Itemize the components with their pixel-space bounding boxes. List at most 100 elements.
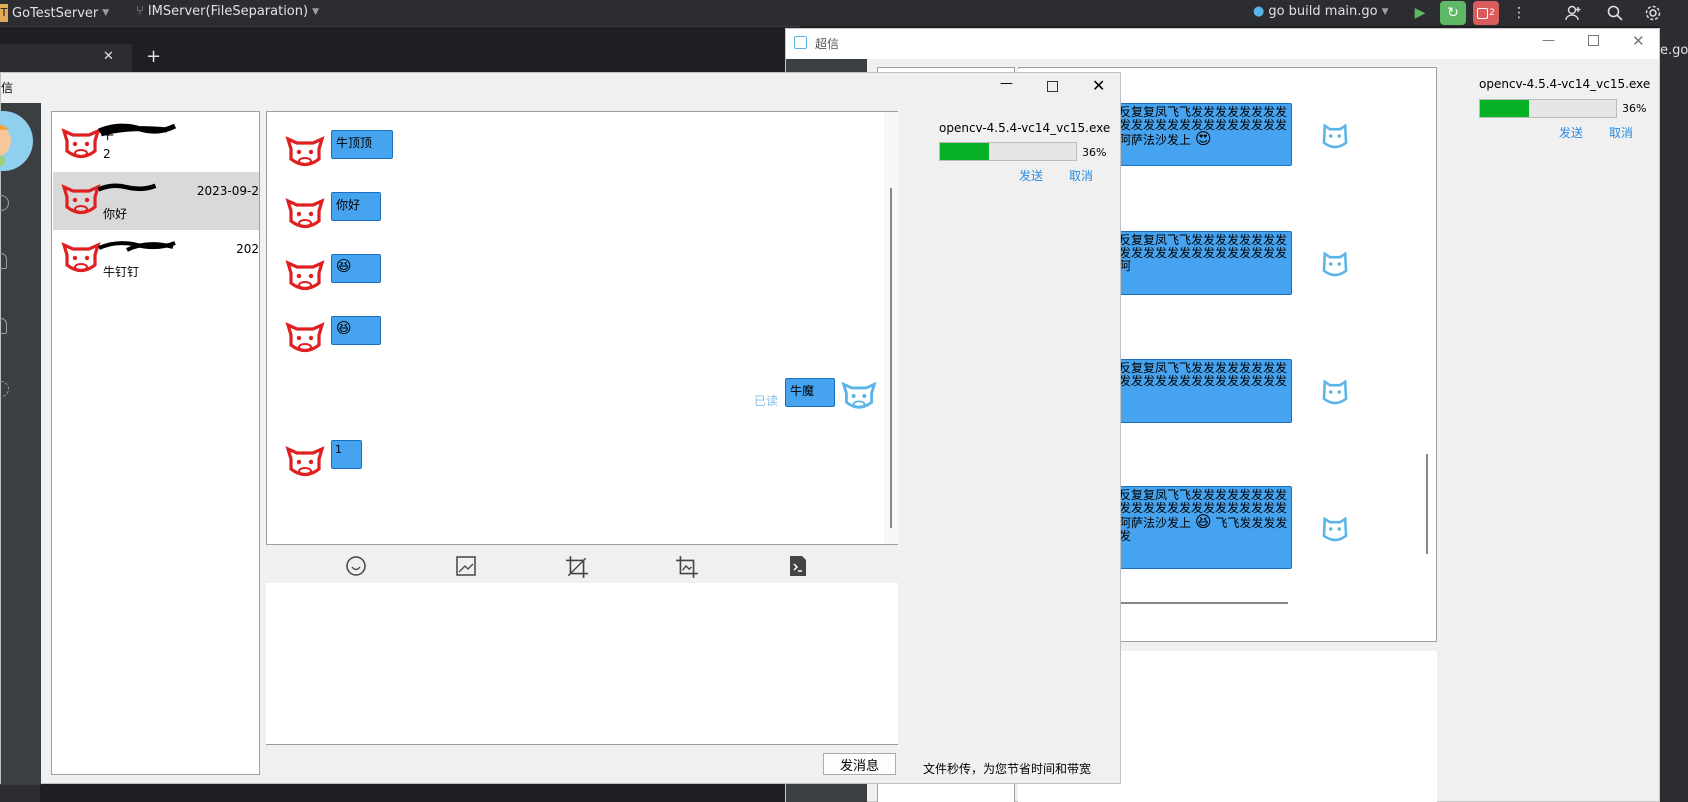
settings-icon[interactable] <box>0 381 9 397</box>
back-titlebar: 超信 — ✕ <box>786 29 1659 59</box>
cow-avatar-icon <box>61 242 101 273</box>
picture-icon[interactable] <box>675 555 699 579</box>
grin-emoji-icon: 😍 <box>1194 129 1212 148</box>
upload-progress-bar <box>939 142 1077 161</box>
front-chat-window: 信 — ✕ 牛 2 2023-09-2 你好 202 牛钉钉 牛顶顶 你好 😆 … <box>0 72 1121 785</box>
send-file-link[interactable]: 发送 <box>1559 124 1583 141</box>
contact-last-message: 你好 <box>103 207 128 221</box>
compass-icon[interactable] <box>0 195 9 211</box>
footer-note: 文件秒传，为您节省时间和带宽 <box>923 762 1092 776</box>
minimize-icon[interactable]: — <box>1542 33 1555 48</box>
minimize-icon[interactable]: — <box>1000 76 1013 91</box>
redaction-scribble <box>97 183 157 192</box>
cow-avatar-icon <box>285 322 325 353</box>
app-icon <box>794 36 807 49</box>
progress-fill <box>1480 100 1529 117</box>
project-name: GoTestServer <box>12 5 99 21</box>
message-bubble: 1 <box>331 440 362 469</box>
contact-item[interactable]: 202 牛钉钉 <box>53 230 259 288</box>
upload-progress-bar <box>1479 99 1617 118</box>
message-list: 牛顶顶 你好 😆 😆 已读 牛魔 1 <box>266 111 898 545</box>
editor-tab-fragment: e.go <box>1660 43 1688 58</box>
close-icon[interactable]: ✕ <box>1092 76 1105 95</box>
smiley-icon[interactable] <box>345 555 367 577</box>
file-name: opencv-4.5.4-vc14_vc15.exe <box>939 121 1111 135</box>
contacts-icon[interactable] <box>0 253 7 269</box>
close-icon[interactable]: ✕ <box>103 49 114 64</box>
scrollbar-thumb[interactable] <box>890 188 892 528</box>
branch-name: IMServer(FileSeparation) <box>147 4 309 19</box>
ide-right-panel: e.go <box>1660 26 1688 802</box>
cow-avatar-icon <box>285 446 325 477</box>
avatar-icon <box>1322 251 1348 277</box>
ide-editor-tab[interactable]: ✕ <box>0 44 132 72</box>
avatar-icon <box>1322 516 1348 542</box>
contact-item[interactable]: 牛 2 <box>53 114 259 172</box>
cow-avatar-icon <box>285 198 325 229</box>
contact-time: 202 <box>236 242 259 256</box>
contact-item-selected[interactable]: 2023-09-2 你好 <box>53 172 259 230</box>
stop-icon[interactable]: 2 <box>1473 1 1499 25</box>
send-file-link[interactable]: 发送 <box>1019 167 1043 184</box>
chevron-down-icon: ▼ <box>312 6 319 17</box>
cow-avatar-icon <box>61 184 101 215</box>
debug-icon[interactable]: ↻ <box>1440 1 1466 25</box>
contact-time: 2023-09-2 <box>196 184 259 198</box>
git-branch-icon: ⑂ <box>136 4 144 19</box>
gear-icon[interactable] <box>1640 1 1666 25</box>
image-icon[interactable] <box>455 555 477 577</box>
avatar-icon <box>1322 123 1348 149</box>
emoji-message-bubble: 😆 <box>331 254 381 283</box>
project-selector[interactable]: T GoTestServer ▼ <box>0 4 109 22</box>
stop-count: 2 <box>1489 8 1495 18</box>
more-icon[interactable]: ⋮ <box>1506 1 1532 25</box>
avatar-icon <box>1322 379 1348 405</box>
message-bubble: 你好 <box>331 192 381 221</box>
add-user-icon[interactable] <box>1560 1 1586 25</box>
contact-last-message: 2 <box>103 147 111 161</box>
cow-avatar-icon <box>285 260 325 291</box>
maximize-icon[interactable] <box>1588 35 1599 46</box>
progress-percent: 36% <box>1082 146 1107 159</box>
add-tab-button[interactable]: + <box>146 46 161 67</box>
vertical-scrollbar[interactable] <box>1426 454 1428 554</box>
emoji-message-bubble: 😆 <box>331 316 381 345</box>
front-window-title: 信 <box>1 81 14 95</box>
crop-icon[interactable] <box>565 555 589 579</box>
contact-last-message: 牛钉钉 <box>103 265 140 279</box>
user-avatar[interactable] <box>0 111 33 171</box>
go-icon: ● <box>1253 4 1265 19</box>
group-icon[interactable] <box>0 318 7 334</box>
back-window-title: 超信 <box>815 37 840 51</box>
redaction-scribble <box>97 123 177 137</box>
close-icon[interactable]: ✕ <box>1632 32 1645 50</box>
chevron-down-icon: ▼ <box>102 8 110 18</box>
run-config-selector[interactable]: ● go build main.go ▼ <box>1253 4 1389 19</box>
cow-avatar-icon <box>285 136 325 167</box>
front-titlebar: 信 — ✕ <box>1 73 1120 103</box>
send-message-button[interactable]: 发消息 <box>823 753 896 775</box>
message-toolbar <box>266 551 898 581</box>
branch-selector[interactable]: ⑂ IMServer(FileSeparation) ▼ <box>136 4 319 19</box>
terminal-icon[interactable] <box>787 555 809 577</box>
cancel-file-link[interactable]: 取消 <box>1069 167 1093 184</box>
redaction-scribble <box>98 241 176 252</box>
message-bubble-sent: 牛魔 <box>785 378 835 407</box>
laugh-emoji-icon: 😆 <box>1194 512 1212 531</box>
chevron-down-icon: ▼ <box>1381 6 1389 17</box>
search-icon[interactable] <box>1602 1 1628 25</box>
run-icon[interactable]: ▶ <box>1407 1 1433 25</box>
front-sidebar <box>0 103 41 785</box>
contact-list: 牛 2 2023-09-2 你好 202 牛钉钉 <box>51 111 260 775</box>
scrollbar-track[interactable] <box>884 112 898 544</box>
cancel-file-link[interactable]: 取消 <box>1609 124 1633 141</box>
cow-avatar-icon <box>61 128 101 159</box>
message-input[interactable] <box>266 583 898 745</box>
read-status: 已读 <box>754 394 779 408</box>
run-config-name: go build main.go <box>1268 4 1378 19</box>
file-name: opencv-4.5.4-vc14_vc15.exe <box>1479 77 1651 91</box>
progress-fill <box>940 143 989 160</box>
ide-toolbar: T GoTestServer ▼ ⑂ IMServer(FileSeparati… <box>0 0 1688 26</box>
maximize-icon[interactable] <box>1047 81 1058 92</box>
message-bubble: 牛顶顶 <box>331 130 393 159</box>
